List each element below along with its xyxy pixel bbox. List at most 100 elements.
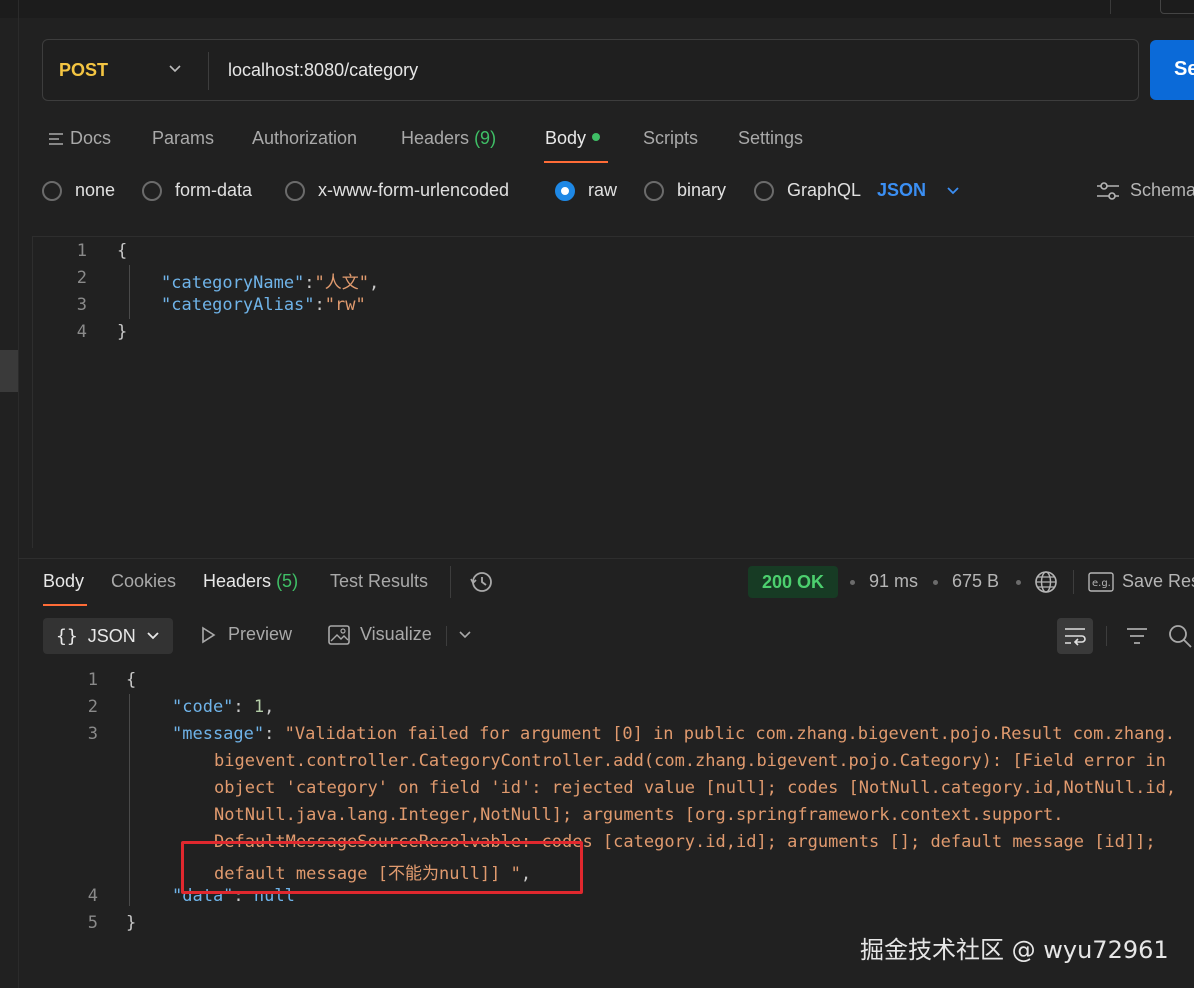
json-open-brace: { — [117, 241, 128, 261]
json-line: "code": 1, — [172, 697, 275, 717]
divider — [1110, 0, 1111, 14]
line-number: 4 — [87, 886, 98, 906]
tab-settings[interactable]: Settings — [738, 128, 803, 149]
tab-authorization[interactable]: Authorization — [252, 128, 357, 149]
line-number: 2 — [87, 697, 98, 717]
wrap-icon — [1065, 628, 1086, 646]
tab-docs[interactable]: Docs — [48, 128, 111, 149]
tab-body[interactable]: Body — [545, 128, 601, 149]
json-value-wrap: object 'category' on field 'id': rejecte… — [214, 778, 1177, 798]
status-badge[interactable]: 200 OK — [748, 566, 838, 598]
save-response-label: Save Res — [1122, 571, 1194, 591]
radio-label: GraphQL — [787, 180, 862, 200]
json-value-wrap: NotNull.java.lang.Integer,NotNull]; argu… — [214, 805, 1064, 825]
radio-button[interactable] — [754, 180, 774, 201]
save-response-button[interactable]: e.g. Save Res — [1088, 571, 1194, 592]
chevron-down-icon[interactable] — [458, 630, 472, 640]
radio-button[interactable] — [644, 180, 664, 201]
globe-icon[interactable] — [1033, 569, 1059, 595]
radio-button-selected[interactable] — [555, 180, 575, 201]
modified-dot — [592, 133, 601, 142]
request-body-editor[interactable]: 1 2 3 4 { "categoryName":"人文", "category… — [32, 236, 1194, 548]
json-key: "code" — [172, 697, 234, 717]
response-divider[interactable] — [18, 558, 1194, 559]
radio-button[interactable] — [142, 180, 162, 201]
response-size[interactable]: 675 B — [952, 571, 999, 592]
line-number: 1 — [87, 670, 98, 690]
request-url-bar: POST localhost:8080/category — [42, 39, 1139, 101]
tab-headers-label: Headers — [203, 571, 272, 591]
radio-raw[interactable]: raw — [555, 180, 617, 201]
tab-headers-label: Headers — [401, 128, 470, 148]
braces-icon: {} — [56, 625, 78, 647]
example-icon: e.g. — [1088, 571, 1114, 592]
line-number: 3 — [76, 295, 87, 315]
radio-binary[interactable]: binary — [644, 180, 726, 201]
json-value: 1 — [253, 697, 265, 717]
line-number: 2 — [76, 268, 87, 288]
radio-button[interactable] — [42, 180, 62, 201]
tab-docs-label: Docs — [70, 128, 112, 148]
tab-scripts[interactable]: Scripts — [643, 128, 698, 149]
radio-form-data[interactable]: form-data — [142, 180, 252, 201]
line-number: 4 — [76, 322, 87, 342]
word-wrap-button[interactable] — [1057, 618, 1093, 654]
method-select[interactable]: POST — [59, 60, 108, 81]
radio-graphql[interactable]: GraphQL — [754, 180, 861, 201]
radio-label: none — [75, 180, 116, 200]
raw-format-select[interactable]: JSON — [877, 180, 960, 201]
response-format-select[interactable]: {} JSON — [43, 618, 173, 654]
radio-urlencoded[interactable]: x-www-form-urlencoded — [285, 180, 509, 201]
response-time[interactable]: 91 ms — [869, 571, 918, 592]
send-button[interactable]: Se — [1150, 40, 1194, 100]
history-icon[interactable] — [469, 569, 495, 595]
radio-button[interactable] — [285, 180, 305, 201]
json-close-brace: } — [117, 322, 128, 342]
divider — [446, 626, 447, 646]
preview-button[interactable]: Preview — [200, 624, 292, 645]
json-close-brace: } — [126, 913, 137, 933]
json-key: "categoryAlias" — [161, 295, 315, 315]
svg-text:e.g.: e.g. — [1092, 578, 1111, 589]
divider — [450, 566, 451, 598]
divider — [1073, 570, 1074, 594]
json-value: "Validation failed for argument [0] in p… — [284, 724, 1176, 744]
radio-label: raw — [588, 180, 618, 200]
divider — [1106, 626, 1107, 646]
tab-headers[interactable]: Headers (9) — [401, 128, 496, 149]
tab-cookies[interactable]: Cookies — [111, 571, 176, 592]
radio-none[interactable]: none — [42, 180, 115, 201]
visualize-button[interactable]: Visualize — [328, 624, 432, 645]
sliders-icon — [1097, 181, 1119, 200]
sidebar-scroll-handle[interactable] — [0, 350, 18, 392]
separator-dot — [850, 580, 855, 585]
chevron-down-icon[interactable] — [169, 62, 181, 74]
response-body-viewer[interactable]: 1 2 3 4 5 { "code": 1, "message": "Valid… — [0, 668, 1194, 938]
line-number: 5 — [87, 913, 98, 933]
tab-params[interactable]: Params — [152, 128, 214, 149]
chevron-down-icon — [947, 186, 959, 194]
tab-response-headers[interactable]: Headers (5) — [203, 571, 298, 592]
response-format-label: JSON — [87, 625, 136, 646]
tab-response-body[interactable]: Body — [43, 571, 84, 592]
schema-button[interactable]: Schema — [1096, 180, 1194, 201]
filter-icon[interactable] — [1125, 624, 1149, 648]
watermark: 掘金技术社区 @ wyu72961 — [860, 936, 1169, 964]
indent-guide — [129, 265, 130, 319]
json-line: "message": "Validation failed for argume… — [172, 724, 1176, 744]
search-icon[interactable] — [1166, 622, 1194, 650]
headers-count: (9) — [474, 128, 497, 148]
active-tab-indicator — [43, 604, 87, 606]
json-value-wrap: bigevent.controller.CategoryController.a… — [214, 751, 1166, 771]
active-tab-indicator — [544, 161, 608, 163]
top-right-control[interactable] — [1160, 0, 1194, 14]
tab-test-results[interactable]: Test Results — [330, 571, 428, 592]
image-icon — [328, 624, 350, 645]
url-input[interactable]: localhost:8080/category — [228, 60, 418, 81]
tab-body-label: Body — [545, 128, 587, 148]
json-value: "人文" — [314, 273, 370, 293]
radio-label: form-data — [175, 180, 253, 200]
schema-label: Schema — [1130, 180, 1194, 200]
json-key: "message" — [172, 724, 265, 744]
preview-label: Preview — [228, 624, 293, 644]
